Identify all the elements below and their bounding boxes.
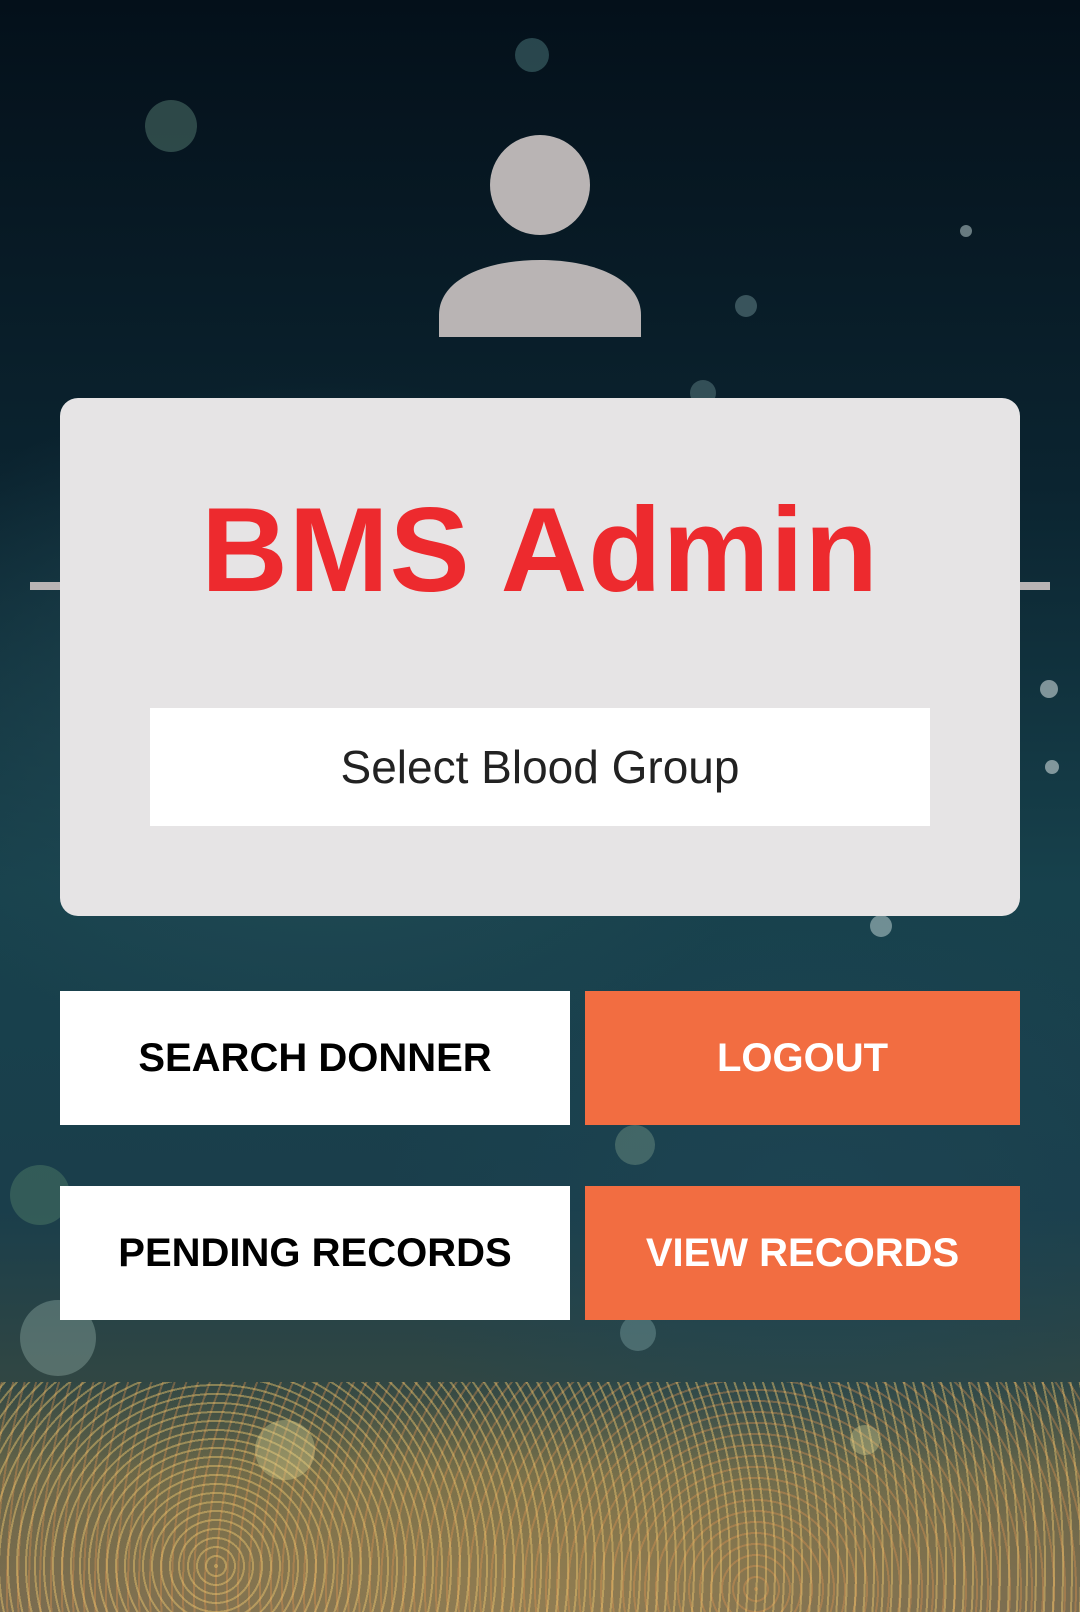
bokeh-light xyxy=(620,1315,656,1351)
pending-records-button[interactable]: PENDING RECORDS xyxy=(60,1186,570,1320)
bokeh-light xyxy=(515,38,549,72)
bokeh-light xyxy=(960,225,972,237)
bokeh-light xyxy=(1045,760,1059,774)
bokeh-light xyxy=(870,915,892,937)
bokeh-light xyxy=(145,100,197,152)
blood-group-select[interactable]: Select Blood Group xyxy=(150,708,930,826)
bokeh-light xyxy=(1040,680,1058,698)
logout-button[interactable]: LOGOUT xyxy=(585,991,1020,1125)
bokeh-light xyxy=(615,1125,655,1165)
view-records-button[interactable]: VIEW RECORDS xyxy=(585,1186,1020,1320)
search-donner-button[interactable]: SEARCH DONNER xyxy=(60,991,570,1125)
page-title: BMS Admin xyxy=(201,483,879,617)
background-glitter xyxy=(0,1382,1080,1612)
user-icon xyxy=(439,135,641,337)
admin-card: BMS Admin Select Blood Group xyxy=(60,398,1020,916)
bokeh-light xyxy=(735,295,757,317)
